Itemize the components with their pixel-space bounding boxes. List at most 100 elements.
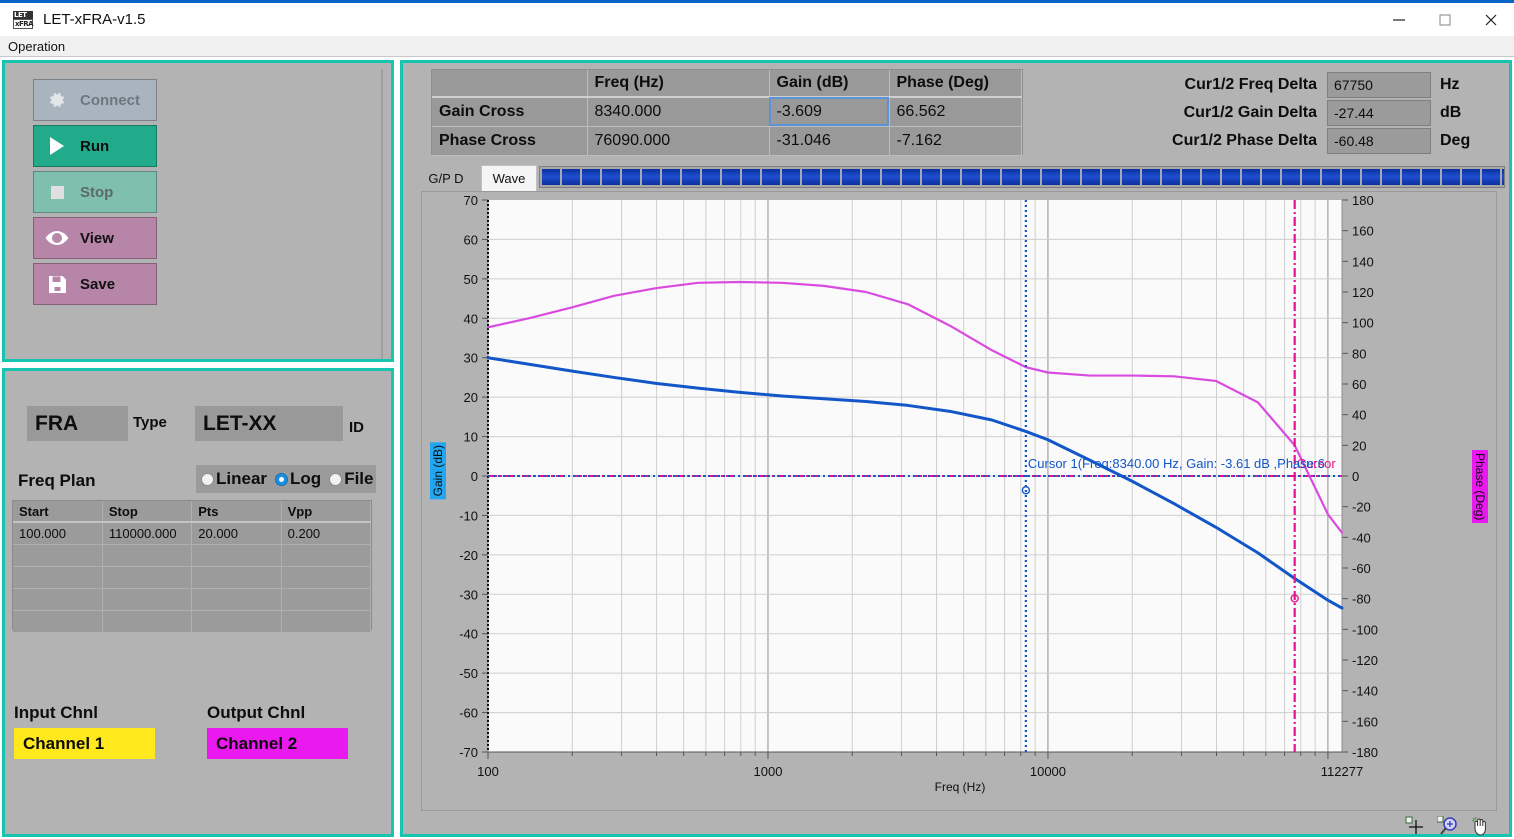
tab-gain-phase-data[interactable]: G/P D [417, 165, 475, 191]
results-col-phase: Phase (Deg) [889, 70, 1022, 98]
radio-file[interactable]: File [329, 469, 376, 489]
connect-button-label: Connect [80, 91, 140, 109]
phase-cross-phase[interactable]: -7.162 [889, 126, 1022, 156]
svg-text:-180: -180 [1352, 745, 1378, 760]
operations-panel: Connect Run Stop View Save [2, 60, 394, 362]
svg-text:-160: -160 [1352, 714, 1378, 729]
cursor-freq-delta-value[interactable]: 67750 [1327, 72, 1431, 98]
view-button-label: View [80, 229, 114, 247]
svg-text:180: 180 [1352, 193, 1374, 208]
freq-plan-label: Freq Plan [18, 471, 96, 490]
radio-log-label: Log [290, 469, 322, 488]
eye-icon [34, 230, 80, 246]
panel-scrollbar[interactable] [381, 69, 383, 359]
radio-linear[interactable]: Linear [201, 469, 270, 489]
svg-text:140: 140 [1352, 254, 1374, 269]
cursor-freq-delta-row: Cur1/2 Freq Delta 67750 Hz [1145, 72, 1460, 98]
cursor-phase-delta-value[interactable]: -60.48 [1327, 128, 1431, 154]
table-row [13, 610, 372, 633]
svg-text:20: 20 [1352, 438, 1366, 453]
x-axis-label: Freq (Hz) [934, 780, 986, 794]
save-button[interactable]: Save [33, 263, 157, 305]
minimize-icon[interactable] [1376, 3, 1422, 36]
type-label: Type [133, 414, 167, 431]
input-channel-label: Input Chnl [14, 703, 99, 722]
svg-text:-40: -40 [1352, 530, 1371, 545]
svg-text:40: 40 [1352, 408, 1366, 423]
cell-stop[interactable]: 110000.000 [102, 522, 193, 545]
table-row: Gain Cross 8340.000 -3.609 66.562 [432, 97, 1022, 127]
tab-wave[interactable]: Wave [481, 165, 537, 191]
freq-col-pts: Pts [191, 501, 282, 523]
pan-icon[interactable] [1471, 816, 1491, 836]
gain-cross-gain[interactable]: -3.609 [769, 97, 890, 127]
svg-text:60: 60 [464, 232, 478, 247]
window-title: LET-xFRA-v1.5 [43, 11, 146, 28]
svg-text:10000: 10000 [1030, 764, 1066, 779]
gear-icon [34, 90, 80, 110]
svg-text:-60: -60 [1352, 561, 1371, 576]
output-channel-value[interactable]: Channel 2 [207, 728, 348, 759]
phase-cross-freq[interactable]: 76090.000 [587, 126, 770, 156]
bode-chart-svg: 706050403020100-10-20-30-40-50-60-701801… [459, 193, 1378, 779]
id-label: ID [349, 419, 364, 436]
connect-button[interactable]: Connect [33, 79, 157, 121]
results-col-gain: Gain (dB) [769, 70, 890, 98]
svg-text:160: 160 [1352, 224, 1374, 239]
svg-text:-10: -10 [459, 508, 478, 523]
gain-cross-label: Gain Cross [432, 97, 588, 127]
y-axis-label-gain: Gain (dB) [430, 442, 446, 500]
svg-text:-60: -60 [459, 706, 478, 721]
zoom-icon[interactable] [1437, 816, 1459, 836]
cursor-freq-delta-label: Cur1/2 Freq Delta [1184, 76, 1317, 93]
stop-button[interactable]: Stop [33, 171, 157, 213]
cursor-gain-delta-value[interactable]: -27.44 [1327, 100, 1431, 126]
svg-text:-140: -140 [1352, 684, 1378, 699]
svg-text:-100: -100 [1352, 622, 1378, 637]
radio-linear-label: Linear [216, 469, 268, 488]
svg-text:Cursor 1(Freq:8340.00 Hz, Gain: Cursor 1(Freq:8340.00 Hz, Gain: -3.61 dB… [1028, 456, 1325, 471]
id-value-field[interactable]: LET-XX [195, 406, 343, 441]
cursor-phase-delta-row: Cur1/2 Phase Delta -60.48 Deg [1145, 128, 1470, 154]
freq-plan-table[interactable]: Start Stop Pts Vpp 100.000 110000.000 20… [12, 500, 372, 633]
svg-text:0: 0 [471, 469, 478, 484]
svg-text:30: 30 [464, 351, 478, 366]
save-button-label: Save [80, 275, 116, 293]
type-value-field[interactable]: FRA [27, 406, 128, 441]
svg-text:-40: -40 [459, 627, 478, 642]
table-row: Phase Cross 76090.000 -31.046 -7.162 [432, 126, 1022, 156]
view-button[interactable]: View [33, 217, 157, 259]
cursor-phase-delta-unit: Deg [1440, 132, 1471, 149]
phase-cross-gain[interactable]: -31.046 [769, 126, 890, 156]
cell-start[interactable]: 100.000 [13, 522, 103, 545]
freq-col-vpp: Vpp [281, 501, 372, 523]
radio-log[interactable]: Log [275, 469, 324, 489]
cell-vpp[interactable]: 0.200 [281, 522, 372, 545]
close-icon[interactable] [1468, 3, 1514, 36]
run-button-label: Run [80, 137, 110, 155]
radio-linear-dot [201, 472, 214, 486]
y-axis-label-phase: Phase (Deg) [1472, 450, 1488, 524]
svg-text:100: 100 [1352, 316, 1374, 331]
svg-text:-120: -120 [1352, 653, 1378, 668]
crosshair-icon[interactable] [1405, 816, 1425, 836]
menu-item-operation[interactable]: Operation [0, 39, 73, 54]
run-button[interactable]: Run [33, 125, 157, 167]
stop-icon [34, 185, 80, 199]
play-icon [34, 137, 80, 155]
application-window: LETxFRA LET-xFRA-v1.5 Operation Connect [0, 0, 1514, 839]
gain-cross-freq[interactable]: 8340.000 [587, 97, 770, 127]
gain-cross-phase[interactable]: 66.562 [889, 97, 1022, 127]
bode-chart[interactable]: 70 60 50 40 30 20 10 0 -10 -20 -30 -40 -50 -60 -70 180 1… [421, 191, 1497, 811]
input-channel-value[interactable]: Channel 1 [14, 728, 155, 759]
window-controls [1376, 3, 1514, 36]
cell-pts[interactable]: 20.000 [191, 522, 282, 545]
svg-text:-50: -50 [459, 666, 478, 681]
radio-file-label: File [344, 469, 374, 488]
svg-text:-70: -70 [459, 745, 478, 760]
svg-text:-30: -30 [459, 587, 478, 602]
table-row [13, 544, 372, 567]
svg-text:20: 20 [464, 390, 478, 405]
chart-tools [1405, 815, 1497, 837]
maximize-icon[interactable] [1422, 3, 1468, 36]
